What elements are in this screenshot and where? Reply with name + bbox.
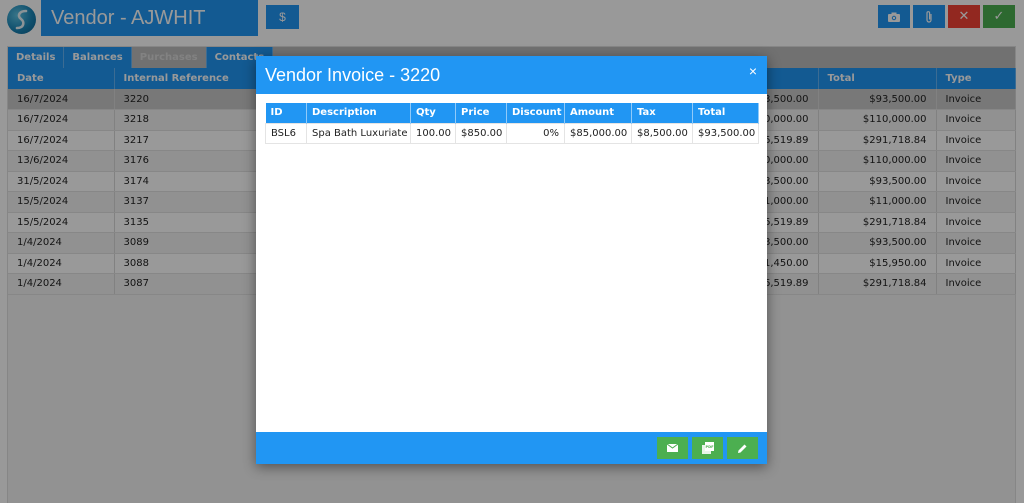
- pencil-icon: [738, 444, 747, 453]
- line-amount: $85,000.00: [564, 122, 632, 144]
- envelope-icon: [667, 444, 678, 452]
- inv-col-amount: Amount: [564, 103, 632, 123]
- invoice-line-row[interactable]: BSL6 Spa Bath Luxuriate 100.00 $850.00 0…: [265, 122, 759, 144]
- vendor-page: Vendor - AJWHIT $ ✕ ✓ Details Balances P…: [0, 0, 1024, 503]
- line-description: Spa Bath Luxuriate: [306, 122, 411, 144]
- email-button[interactable]: [657, 437, 688, 459]
- line-discount: 0%: [506, 122, 565, 144]
- invoice-header-row: ID Description Qty Price Discount Amount…: [265, 103, 759, 123]
- inv-col-tax: Tax: [631, 103, 693, 123]
- modal-header: Vendor Invoice - 3220 ×: [256, 56, 767, 94]
- modal-close-button[interactable]: ×: [749, 64, 757, 78]
- inv-col-id: ID: [265, 103, 307, 123]
- modal-footer: PDF: [256, 432, 767, 464]
- inv-col-qty: Qty: [410, 103, 456, 123]
- svg-text:PDF: PDF: [705, 445, 714, 449]
- inv-col-discount: Discount: [506, 103, 565, 123]
- line-tax: $8,500.00: [631, 122, 693, 144]
- edit-button[interactable]: [727, 437, 758, 459]
- inv-col-description: Description: [306, 103, 411, 123]
- inv-col-price: Price: [455, 103, 507, 123]
- modal-title: Vendor Invoice - 3220: [265, 65, 441, 85]
- pdf-button[interactable]: PDF: [692, 437, 723, 459]
- line-price: $850.00: [455, 122, 507, 144]
- vendor-invoice-modal: Vendor Invoice - 3220 × ID Description Q…: [256, 56, 767, 464]
- line-qty: 100.00: [410, 122, 456, 144]
- inv-col-total: Total: [692, 103, 759, 123]
- line-total: $93,500.00: [692, 122, 759, 144]
- pdf-icon: PDF: [701, 442, 714, 454]
- line-id: BSL6: [265, 122, 307, 144]
- invoice-lines-table: ID Description Qty Price Discount Amount…: [265, 103, 759, 144]
